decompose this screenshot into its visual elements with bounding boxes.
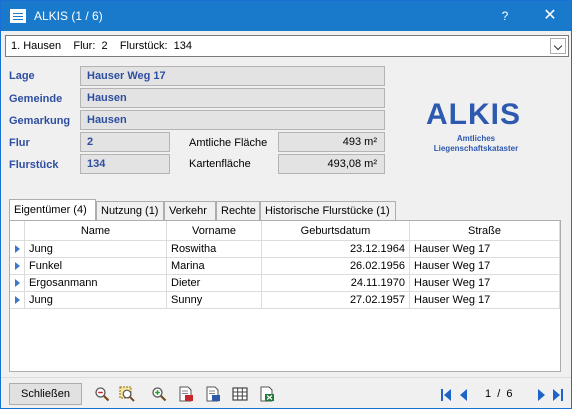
cell-geburtsdatum: 26.02.1956 xyxy=(262,258,410,275)
cell-strasse: Hauser Weg 17 xyxy=(410,241,560,258)
title-bar[interactable]: ALKIS (1 / 6) ? ✕ xyxy=(1,1,571,31)
column-header-name[interactable]: Name xyxy=(25,221,167,241)
column-header-strasse[interactable]: Straße xyxy=(410,221,560,241)
row-pointer-icon xyxy=(10,258,25,275)
table-icon[interactable] xyxy=(232,386,248,402)
first-page-icon[interactable] xyxy=(444,389,451,401)
pdf-report-icon[interactable] xyxy=(178,386,194,402)
zoom-out-icon[interactable] xyxy=(94,386,110,402)
parcel-select-value: 1. Hausen Flur: 2 Flurstück: 134 xyxy=(11,40,192,52)
logo-subtitle-line1: Amtliches xyxy=(456,134,496,143)
zoom-in-icon[interactable] xyxy=(151,386,167,402)
cell-strasse: Hauser Weg 17 xyxy=(410,292,560,309)
app-icon xyxy=(10,9,26,23)
report-icon[interactable] xyxy=(205,386,221,402)
cell-strasse: Hauser Weg 17 xyxy=(410,275,560,292)
previous-page-icon[interactable] xyxy=(460,389,467,401)
row-pointer-icon xyxy=(10,241,25,258)
cell-vorname: Sunny xyxy=(167,292,262,309)
gemarkung-field: Hausen xyxy=(80,110,385,130)
amtliche-flaeche-label: Amtliche Fläche xyxy=(189,137,268,149)
column-header-geburtsdatum[interactable]: Geburtsdatum xyxy=(262,221,410,241)
close-window-button[interactable]: ✕ xyxy=(536,1,564,31)
last-page-bar-icon[interactable] xyxy=(561,389,563,401)
alkis-logo-subtitle: Amtliches Liegenschaftskataster xyxy=(426,134,526,154)
alkis-window: ALKIS (1 / 6) ? ✕ 1. Hausen Flur: 2 Flur… xyxy=(0,0,572,409)
next-page-icon[interactable] xyxy=(538,389,545,401)
kartenflaeche-field: 493,08 m² xyxy=(278,154,385,174)
last-page-icon[interactable] xyxy=(553,389,560,401)
owners-table: Name Vorname Geburtsdatum Straße Jung Ro… xyxy=(9,220,561,372)
cell-strasse: Hauser Weg 17 xyxy=(410,258,560,275)
cell-name: Jung xyxy=(25,292,167,309)
tab-verkehr[interactable]: Verkehr xyxy=(164,201,216,220)
window-title: ALKIS (1 / 6) xyxy=(34,9,103,23)
cell-name: Ergosanmann xyxy=(25,275,167,292)
gemeinde-label: Gemeinde xyxy=(9,93,63,105)
cell-geburtsdatum: 27.02.1957 xyxy=(262,292,410,309)
cell-name: Funkel xyxy=(25,258,167,275)
page-indicator: 1 / 6 xyxy=(485,388,513,400)
tab-eigentuemer[interactable]: Eigentümer (4) xyxy=(9,199,96,221)
lage-field: Hauser Weg 17 xyxy=(80,66,385,86)
parcel-select[interactable]: 1. Hausen Flur: 2 Flurstück: 134 xyxy=(5,35,569,57)
alkis-logo: ALKIS xyxy=(426,98,521,131)
row-pointer-icon xyxy=(10,275,25,292)
cell-name: Jung xyxy=(25,241,167,258)
amtliche-flaeche-field: 493 m² xyxy=(278,132,385,152)
tab-rechte[interactable]: Rechte xyxy=(216,201,260,220)
cell-geburtsdatum: 23.12.1964 xyxy=(262,241,410,258)
cell-geburtsdatum: 24.11.1970 xyxy=(262,275,410,292)
column-header-vorname[interactable]: Vorname xyxy=(167,221,262,241)
flurstueck-label: Flurstück xyxy=(9,159,59,171)
flurstueck-field: 134 xyxy=(80,154,170,174)
gemeinde-field: Hausen xyxy=(80,88,385,108)
row-pointer-icon xyxy=(10,292,25,309)
flur-label: Flur xyxy=(9,137,30,149)
logo-subtitle-line2: Liegenschaftskataster xyxy=(433,144,519,153)
flur-field: 2 xyxy=(80,132,170,152)
first-page-bar-icon[interactable] xyxy=(441,389,443,401)
cell-vorname: Roswitha xyxy=(167,241,262,258)
cell-vorname: Marina xyxy=(167,258,262,275)
cell-vorname: Dieter xyxy=(167,275,262,292)
tab-nutzung[interactable]: Nutzung (1) xyxy=(96,201,164,220)
kartenflaeche-label: Kartenfläche xyxy=(189,158,251,170)
row-header-corner xyxy=(10,221,25,241)
help-button[interactable]: ? xyxy=(491,1,519,31)
excel-export-icon[interactable] xyxy=(259,386,275,402)
footer-toolbar: Schließen 1 / 6 xyxy=(1,377,571,409)
chevron-down-icon[interactable] xyxy=(550,38,566,54)
close-button[interactable]: Schließen xyxy=(9,383,82,405)
zoom-to-parcel-icon[interactable] xyxy=(119,386,135,402)
lage-label: Lage xyxy=(9,70,35,82)
gemarkung-label: Gemarkung xyxy=(9,115,71,127)
tab-historische-flurstuecke[interactable]: Historische Flurstücke (1) xyxy=(260,201,396,220)
